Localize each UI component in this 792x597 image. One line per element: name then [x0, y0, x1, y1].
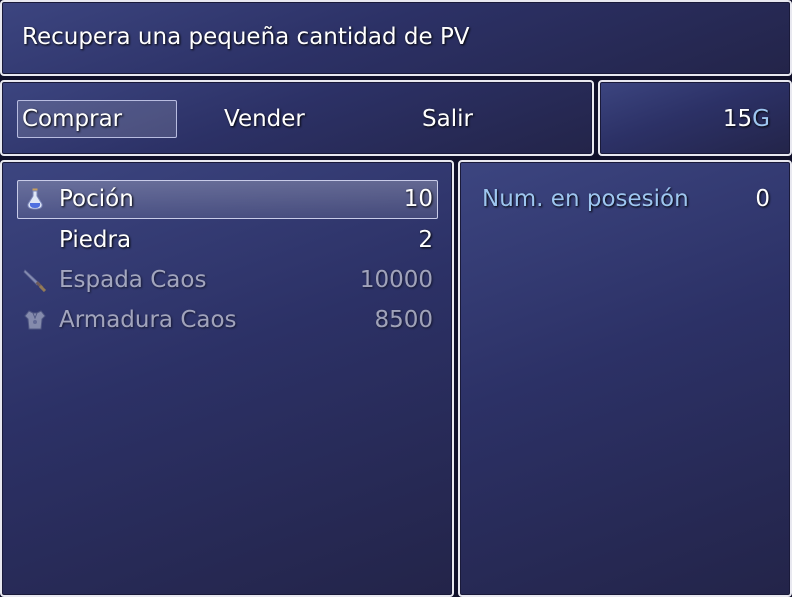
item-row-armadura-caos[interactable]: Armadura Caos 8500: [17, 301, 438, 340]
gold-window: 15G: [598, 80, 792, 156]
sell-command[interactable]: Vender: [224, 105, 305, 133]
item-row-espada-caos[interactable]: Espada Caos 10000: [17, 261, 438, 300]
item-name: Espada Caos: [59, 267, 207, 293]
item-row-pocion[interactable]: Poción 10: [17, 180, 438, 219]
command-window: Comprar Vender Salir: [0, 80, 594, 156]
item-name: Piedra: [59, 227, 132, 253]
item-price: 2: [418, 227, 433, 253]
buy-command[interactable]: Comprar: [22, 105, 122, 133]
help-text: Recupera una pequeña cantidad de PV: [22, 24, 470, 50]
gold-unit: G: [752, 106, 770, 132]
gold-display: 15G: [723, 105, 770, 133]
gold-amount: 15: [722, 106, 753, 132]
item-row-piedra[interactable]: Piedra 2: [17, 221, 438, 260]
item-price: 10: [403, 186, 433, 212]
item-price: 10000: [359, 267, 433, 293]
armor-icon: [24, 310, 46, 330]
buy-list-window: Poción 10 Piedra 2 Espada Caos 10000 Arm…: [0, 160, 454, 597]
help-window: Recupera una pequeña cantidad de PV: [0, 0, 792, 76]
sword-icon: [23, 269, 47, 292]
item-price: 8500: [374, 307, 433, 333]
status-window: Num. en posesión 0: [458, 160, 792, 597]
exit-command[interactable]: Salir: [422, 105, 473, 133]
item-name: Poción: [59, 186, 134, 212]
possession-count: 0: [755, 186, 770, 212]
potion-icon: [27, 188, 43, 210]
item-name: Armadura Caos: [59, 307, 237, 333]
possession-label: Num. en posesión: [482, 186, 689, 212]
